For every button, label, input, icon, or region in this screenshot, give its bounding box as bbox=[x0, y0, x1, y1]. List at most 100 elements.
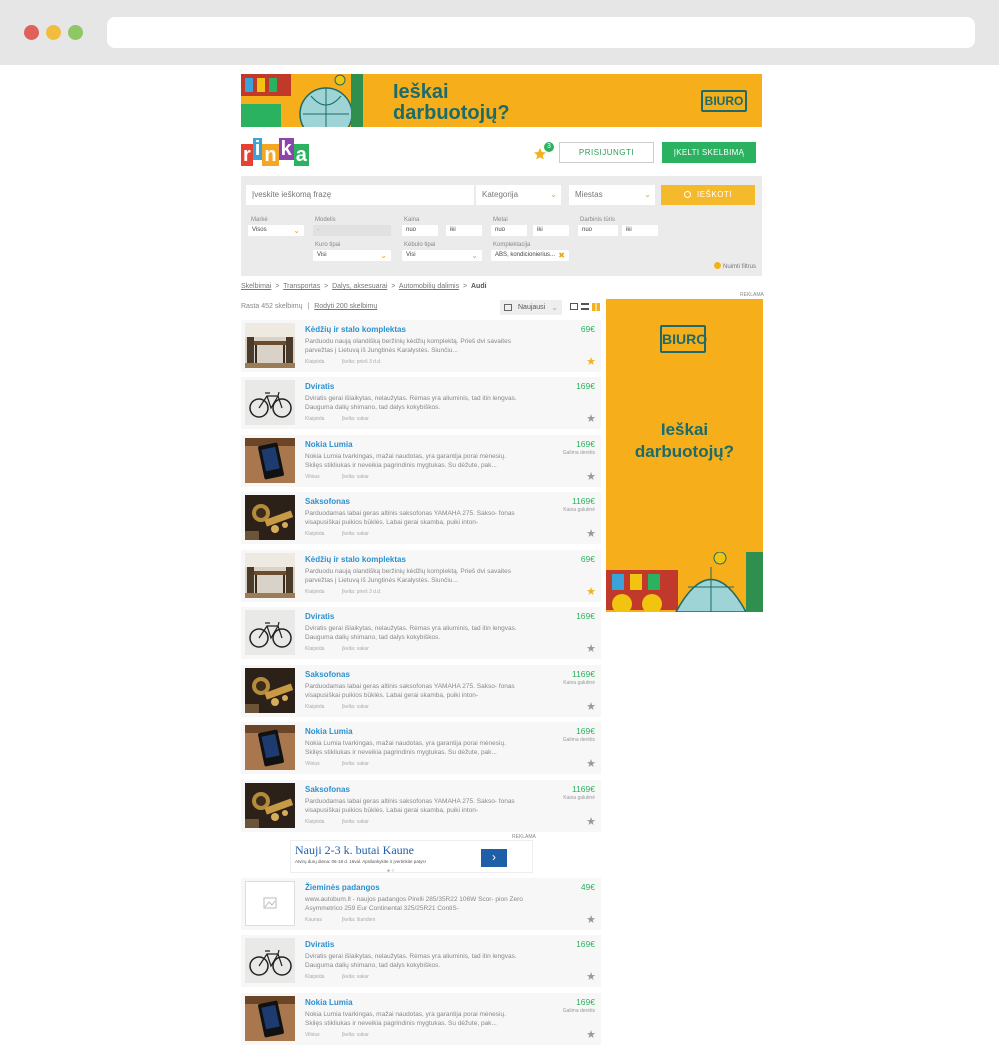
listing-title[interactable]: Saksofonas bbox=[305, 497, 350, 506]
listing-thumbnail[interactable] bbox=[245, 323, 295, 368]
listing-title[interactable]: Saksofonas bbox=[305, 785, 350, 794]
inline-ad-arrow-button[interactable]: › bbox=[481, 849, 507, 867]
listing-title[interactable]: Dviratis bbox=[305, 940, 334, 949]
clear-icon[interactable]: ✖ bbox=[558, 250, 565, 261]
city-select[interactable]: Miestas ⌄ bbox=[569, 185, 655, 205]
rinka-logo[interactable]: rinka bbox=[241, 136, 309, 166]
body-filter-select[interactable]: Visi ⌄ bbox=[402, 250, 482, 261]
listing-card[interactable]: Žieminės padangos www.autobum.lt - naujos… bbox=[241, 878, 601, 930]
listing-price-note: Kaina galutinė bbox=[563, 507, 595, 513]
listing-card[interactable]: Dviratis Dviratis gerai išlaikytas, nelau… bbox=[241, 607, 601, 659]
engine-volume-from-input[interactable]: nuo bbox=[578, 225, 618, 236]
listing-thumbnail[interactable] bbox=[245, 881, 295, 926]
listing-card[interactable]: Nokia Lumia Nokia Lumia tvarkingas, mažai… bbox=[241, 435, 601, 487]
fuel-filter-select[interactable]: Visi ⌄ bbox=[313, 250, 391, 261]
breadcrumb-item-dalys[interactable]: Dalys, aksesuarai bbox=[332, 283, 387, 290]
listing-title[interactable]: Žieminės padangos bbox=[305, 883, 380, 892]
listing-title[interactable]: Dviratis bbox=[305, 612, 334, 621]
year-to-input[interactable]: iki bbox=[533, 225, 569, 236]
address-bar[interactable] bbox=[107, 17, 975, 48]
engine-volume-to-input[interactable]: iki bbox=[622, 225, 658, 236]
listing-date: Įkelta: vakar bbox=[342, 646, 369, 652]
chevron-down-icon: ⌄ bbox=[550, 190, 557, 199]
star-icon[interactable]: ★ bbox=[586, 817, 596, 828]
listing-thumbnail[interactable] bbox=[245, 783, 295, 828]
listing-thumbnail[interactable] bbox=[245, 380, 295, 425]
grid-view-icon[interactable] bbox=[592, 303, 600, 311]
breadcrumb-item-automobiliu-dalimis[interactable]: Automobilių dalimis bbox=[399, 283, 459, 290]
banner-line-2: darbuotojų? bbox=[393, 102, 510, 124]
listing-price: 169€ bbox=[576, 381, 595, 391]
star-icon[interactable]: ★ bbox=[586, 414, 596, 425]
listing-title[interactable]: Saksofonas bbox=[305, 670, 350, 679]
listing-card[interactable]: Saksofonas Parduodamas labai geras altini… bbox=[241, 492, 601, 544]
listing-thumbnail[interactable] bbox=[245, 938, 295, 983]
listing-thumbnail[interactable] bbox=[245, 668, 295, 713]
listing-card[interactable]: Kėdžių ir stalo komplektas Parduodu naują… bbox=[241, 320, 601, 372]
listing-title[interactable]: Dviratis bbox=[305, 382, 334, 391]
listing-thumbnail[interactable] bbox=[245, 495, 295, 540]
star-icon[interactable]: ★ bbox=[586, 644, 596, 655]
listing-title[interactable]: Kėdžių ir stalo komplektas bbox=[305, 555, 406, 564]
listing-description: Parduodu naują olandišką beržinių kėdžių… bbox=[305, 338, 511, 354]
listing-description: www.autobum.lt - naujos padangos Pirelli… bbox=[305, 896, 523, 912]
category-select[interactable]: Kategorija ⌄ bbox=[476, 185, 561, 205]
star-icon[interactable]: ★ bbox=[586, 1030, 596, 1041]
star-icon[interactable]: ★ bbox=[586, 529, 596, 540]
chevron-right-icon: › bbox=[492, 850, 496, 864]
star-icon[interactable]: ★ bbox=[586, 472, 596, 483]
top-banner-ad[interactable]: Ieškai darbuotojų? BIURO bbox=[241, 74, 762, 127]
listing-title[interactable]: Kėdžių ir stalo komplektas bbox=[305, 325, 406, 334]
equipment-filter-select[interactable]: ABS, kondicionierius... ✖ bbox=[491, 250, 569, 261]
inline-ad[interactable]: Nauji 2-3 k. butai Kaune Atvirų durų die… bbox=[290, 840, 533, 874]
clear-filters-link[interactable]: Nuimti filtrus bbox=[713, 262, 756, 270]
listing-card[interactable]: Nokia Lumia Nokia Lumia tvarkingas, mažai… bbox=[241, 722, 601, 774]
listing-card[interactable]: Saksofonas Parduodamas labai geras altini… bbox=[241, 780, 601, 832]
listing-thumbnail[interactable] bbox=[245, 553, 295, 598]
price-to-input[interactable]: iki bbox=[446, 225, 482, 236]
close-window-dot[interactable] bbox=[24, 25, 39, 40]
list-view-icon[interactable] bbox=[581, 303, 589, 310]
listing-title[interactable]: Nokia Lumia bbox=[305, 998, 353, 1007]
star-icon[interactable]: ★ bbox=[586, 972, 596, 983]
listing-card[interactable]: Saksofonas Parduodamas labai geras altini… bbox=[241, 665, 601, 717]
star-icon[interactable]: ★ bbox=[586, 915, 596, 926]
single-view-icon[interactable] bbox=[570, 303, 578, 310]
inline-ad-title: Nauji 2-3 k. butai Kaune bbox=[295, 843, 414, 857]
listing-title[interactable]: Nokia Lumia bbox=[305, 440, 353, 449]
post-ad-button[interactable]: ĮKELTI SKELBIMĄ bbox=[662, 142, 756, 163]
listing-thumbnail[interactable] bbox=[245, 996, 295, 1041]
show-all-link[interactable]: Rodyti 200 skelbimų bbox=[314, 303, 377, 310]
search-input[interactable]: Įveskite ieškomą frazę bbox=[246, 185, 474, 205]
listing-thumbnail[interactable] bbox=[245, 725, 295, 770]
search-button[interactable]: IEŠKOTI bbox=[661, 185, 755, 205]
listing-thumbnail[interactable] bbox=[245, 438, 295, 483]
listing-thumbnail[interactable] bbox=[245, 610, 295, 655]
star-icon[interactable]: ★ bbox=[586, 702, 596, 713]
listing-date: Įkelta: prieš 3 d.d. bbox=[342, 359, 382, 365]
make-filter-select[interactable]: Visos ⌄ bbox=[248, 225, 304, 236]
model-filter-select[interactable]: - bbox=[313, 225, 391, 236]
login-button[interactable]: PRISIJUNGTI bbox=[559, 142, 654, 163]
breadcrumb-item-transportas[interactable]: Transportas bbox=[283, 283, 320, 290]
side-ad-line-1: Ieškai bbox=[660, 420, 709, 439]
breadcrumb-item-skelbimai[interactable]: Skelbimai bbox=[241, 283, 271, 290]
listing-title[interactable]: Nokia Lumia bbox=[305, 727, 353, 736]
listing-card[interactable]: Kėdžių ir stalo komplektas Parduodu naują… bbox=[241, 550, 601, 602]
favorites-button[interactable]: 3 bbox=[533, 142, 555, 167]
star-icon[interactable]: ★ bbox=[586, 587, 596, 598]
year-from-input[interactable]: nuo bbox=[491, 225, 527, 236]
star-icon[interactable]: ★ bbox=[586, 759, 596, 770]
listing-card[interactable]: Dviratis Dviratis gerai išlaikytas, nelau… bbox=[241, 377, 601, 429]
maximize-window-dot[interactable] bbox=[68, 25, 83, 40]
listing-card[interactable]: Dviratis Dviratis gerai išlaikytas, nelau… bbox=[241, 935, 601, 987]
star-icon[interactable]: ★ bbox=[586, 357, 596, 368]
breadcrumb: Skelbimai > Transportas > Dalys, aksesua… bbox=[241, 283, 487, 290]
minimize-window-dot[interactable] bbox=[46, 25, 61, 40]
listing-card[interactable]: Nokia Lumia Nokia Lumia tvarkingas, mažai… bbox=[241, 993, 601, 1045]
side-banner-ad[interactable]: BIURO Ieškai darbuotojų? bbox=[606, 299, 763, 612]
price-from-input[interactable]: nuo bbox=[402, 225, 438, 236]
sort-select[interactable]: Naujausi ⌄ bbox=[500, 300, 562, 315]
make-filter-label: Markė bbox=[251, 217, 268, 223]
listing-date: Įkelta: vakar bbox=[342, 819, 369, 825]
